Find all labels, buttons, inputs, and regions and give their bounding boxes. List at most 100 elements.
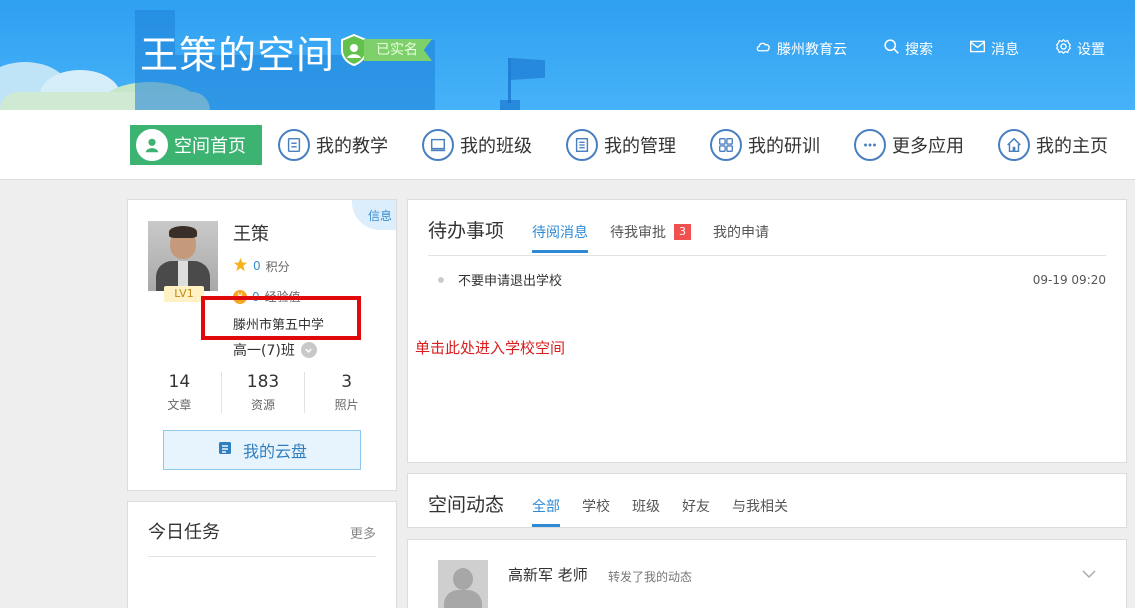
nav-space-home[interactable]: 空间首页 bbox=[130, 125, 262, 165]
profile-name[interactable]: 王策 bbox=[233, 220, 269, 246]
document-icon bbox=[278, 129, 310, 161]
grid-icon bbox=[710, 129, 742, 161]
tab-school[interactable]: 学校 bbox=[582, 496, 610, 526]
mail-icon bbox=[969, 38, 986, 59]
tab-school-label: 学校 bbox=[582, 499, 610, 515]
nav-my-training-label: 我的研训 bbox=[748, 136, 820, 157]
class-selector[interactable]: 高一(7)班 bbox=[233, 340, 317, 360]
user-icon bbox=[136, 129, 168, 161]
home-icon bbox=[998, 129, 1030, 161]
today-tasks-panel: 今日任务 更多 bbox=[127, 501, 397, 608]
header-banner: 王策的空间 已实名 滕州教育云 搜索 消息 设置 bbox=[0, 0, 1135, 110]
tab-unread-messages-label: 待阅消息 bbox=[532, 225, 588, 241]
top-links: 滕州教育云 搜索 消息 设置 bbox=[755, 38, 1105, 59]
link-settings[interactable]: 设置 bbox=[1055, 38, 1105, 59]
tab-related-to-me[interactable]: 与我相关 bbox=[732, 496, 788, 526]
nav-my-homepage-label: 我的主页 bbox=[1036, 136, 1108, 157]
feed-post: 高新军 老师 转发了我的动态 bbox=[407, 539, 1127, 608]
link-settings-label: 设置 bbox=[1077, 41, 1105, 58]
chevron-down-icon[interactable] bbox=[1082, 566, 1096, 580]
nav-more-apps[interactable]: 更多应用 bbox=[854, 125, 964, 165]
tab-pending-approval[interactable]: 待我审批 3 bbox=[610, 222, 691, 252]
nav-my-teaching[interactable]: 我的教学 bbox=[278, 125, 388, 165]
disk-icon bbox=[217, 440, 233, 460]
divider bbox=[428, 255, 1106, 256]
tab-all[interactable]: 全部 bbox=[532, 496, 560, 527]
chevron-down-icon bbox=[300, 342, 317, 358]
more-icon bbox=[854, 129, 886, 161]
gear-icon bbox=[1055, 38, 1072, 59]
class-name: 高一(7)班 bbox=[233, 343, 295, 359]
nav-my-management-label: 我的管理 bbox=[604, 136, 676, 157]
decor-flag bbox=[511, 58, 545, 80]
my-cloud-disk-label: 我的云盘 bbox=[242, 442, 307, 461]
verified-badge: 已实名 bbox=[340, 33, 432, 67]
today-tasks-title: 今日任务 bbox=[148, 522, 220, 543]
stat-photos-value: 3 bbox=[341, 372, 353, 392]
link-messages-label: 消息 bbox=[991, 41, 1019, 58]
tab-unread-messages[interactable]: 待阅消息 bbox=[532, 222, 588, 253]
tab-my-applications-label: 我的申请 bbox=[713, 225, 769, 241]
my-cloud-disk-button[interactable]: 我的云盘 bbox=[163, 430, 361, 470]
link-messages[interactable]: 消息 bbox=[969, 38, 1019, 59]
stat-photos[interactable]: 3 照片 bbox=[305, 372, 388, 413]
post-author[interactable]: 高新军 老师 bbox=[508, 564, 588, 585]
nav-space-home-label: 空间首页 bbox=[174, 136, 246, 157]
link-search-label: 搜索 bbox=[905, 41, 933, 58]
search-icon bbox=[883, 38, 900, 59]
tab-my-applications[interactable]: 我的申请 bbox=[713, 222, 769, 252]
stat-articles-label: 文章 bbox=[167, 398, 192, 412]
tasks-more-link[interactable]: 更多 bbox=[350, 523, 376, 542]
divider bbox=[148, 556, 376, 557]
avatar[interactable] bbox=[148, 221, 218, 291]
nav-my-teaching-label: 我的教学 bbox=[316, 136, 388, 157]
tab-class-label: 班级 bbox=[632, 499, 660, 515]
monitor-icon bbox=[422, 129, 454, 161]
star-icon bbox=[233, 257, 248, 275]
list-icon bbox=[566, 129, 598, 161]
tab-friends[interactable]: 好友 bbox=[682, 496, 710, 526]
nav-my-class-label: 我的班级 bbox=[460, 136, 532, 157]
stat-resources[interactable]: 183 资源 bbox=[222, 372, 306, 413]
info-link[interactable]: 信息 bbox=[352, 200, 396, 230]
profile-stats: 14 文章 183 资源 3 照片 bbox=[138, 372, 388, 413]
tab-all-label: 全部 bbox=[532, 499, 560, 515]
feed-title: 空间动态 bbox=[428, 494, 505, 516]
points-line: 0 积分 bbox=[233, 257, 290, 275]
todo-title: 待办事项 bbox=[428, 220, 505, 242]
todo-panel: 待办事项 待阅消息 待我审批 3 我的申请 不要申请退出学校 09-19 09:… bbox=[407, 199, 1127, 463]
tab-related-to-me-label: 与我相关 bbox=[732, 499, 788, 515]
decor-flagbase bbox=[500, 100, 520, 110]
nav-my-class[interactable]: 我的班级 bbox=[422, 125, 532, 165]
message-time: 09-19 09:20 bbox=[1032, 272, 1106, 287]
todo-tabs: 待阅消息 待我审批 3 我的申请 bbox=[532, 222, 769, 253]
space-feed-panel: 空间动态 全部 学校 班级 好友 与我相关 bbox=[407, 473, 1127, 528]
decor-flagpole bbox=[508, 58, 511, 103]
list-item[interactable]: 不要申请退出学校 09-19 09:20 bbox=[438, 270, 1106, 289]
avatar[interactable] bbox=[438, 560, 488, 608]
tab-class[interactable]: 班级 bbox=[632, 496, 660, 526]
link-edu-cloud[interactable]: 滕州教育云 bbox=[755, 38, 847, 59]
stat-resources-label: 资源 bbox=[251, 398, 276, 412]
stat-articles[interactable]: 14 文章 bbox=[138, 372, 222, 413]
tab-pending-approval-label: 待我审批 bbox=[610, 225, 666, 241]
link-edu-cloud-label: 滕州教育云 bbox=[777, 41, 847, 58]
points-label: 积分 bbox=[265, 259, 290, 274]
nav-my-management[interactable]: 我的管理 bbox=[566, 125, 676, 165]
link-search[interactable]: 搜索 bbox=[883, 38, 933, 59]
nav-my-training[interactable]: 我的研训 bbox=[710, 125, 820, 165]
verify-label: 已实名 bbox=[364, 39, 432, 61]
count-badge: 3 bbox=[674, 224, 691, 240]
nav-more-apps-label: 更多应用 bbox=[892, 136, 964, 157]
stat-resources-value: 183 bbox=[246, 372, 280, 392]
shield-icon bbox=[340, 33, 368, 67]
tab-friends-label: 好友 bbox=[682, 499, 710, 515]
points-value: 0 bbox=[253, 259, 261, 273]
level-badge: LV1 bbox=[164, 286, 204, 302]
main-nav: 空间首页 我的教学 我的班级 我的管理 我的研训 更多应用 我的主页 bbox=[0, 110, 1135, 180]
message-text: 不要申请退出学校 bbox=[458, 274, 563, 289]
post-action: 转发了我的动态 bbox=[608, 570, 693, 584]
nav-my-homepage[interactable]: 我的主页 bbox=[998, 125, 1108, 165]
stat-photos-label: 照片 bbox=[334, 398, 359, 412]
bullet-icon bbox=[438, 276, 444, 283]
